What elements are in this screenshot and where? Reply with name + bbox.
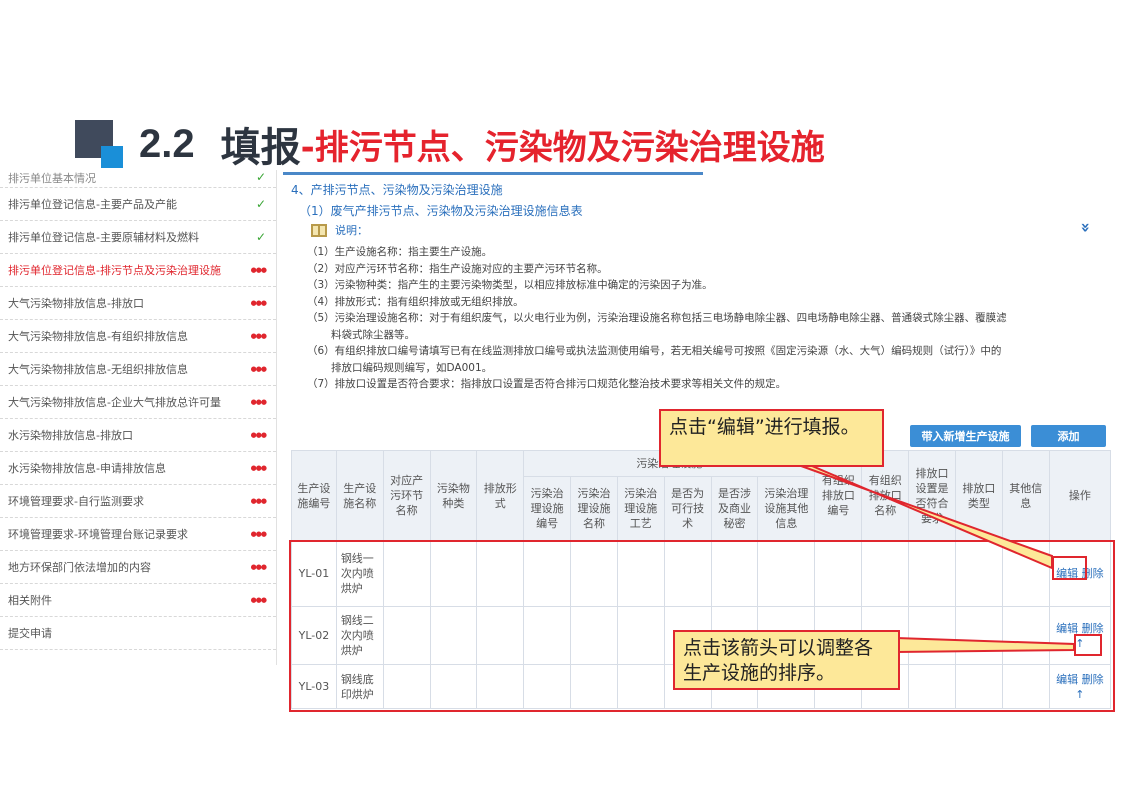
- pending-dots-icon: ●●●: [250, 365, 267, 373]
- sidebar-item-basic-info[interactable]: 排污单位基本情况 ✓: [0, 170, 276, 188]
- col-treat-process: 污染治理设施工艺: [616, 476, 665, 541]
- col-pollutant: 污染物种类: [429, 450, 478, 541]
- sidebar-item-label: 水污染物排放信息-申请排放信息: [8, 462, 166, 475]
- sidebar-item-ledger[interactable]: 环境管理要求-环境管理台账记录要求 ●●●: [0, 518, 276, 551]
- sidebar-item-local-content[interactable]: 地方环保部门依法增加的内容 ●●●: [0, 551, 276, 584]
- sidebar-item-label: 排污单位登记信息-主要原辅材料及燃料: [8, 231, 199, 244]
- sidebar-item-air-organized[interactable]: 大气污染物排放信息-有组织排放信息 ●●●: [0, 320, 276, 353]
- col-emission-form: 排放形式: [476, 450, 525, 541]
- title-square-icon: [75, 120, 125, 168]
- pending-dots-icon: ●●●: [250, 431, 267, 439]
- col-outlet-ok: 排放口设置是否符合要求: [908, 450, 956, 541]
- sidebar-item-products[interactable]: 排污单位登记信息-主要产品及产能 ✓: [0, 188, 276, 221]
- sidebar-item-label: 大气污染物排放信息-无组织排放信息: [8, 363, 188, 376]
- check-icon: ✓: [255, 230, 266, 244]
- sidebar-item-label: 地方环保部门依法增加的内容: [8, 561, 151, 574]
- arrow-highlight-frame: [1074, 634, 1102, 656]
- sidebar-item-air-total[interactable]: 大气污染物排放信息-企业大气排放总许可量 ●●●: [0, 386, 276, 419]
- sidebar-item-materials[interactable]: 排污单位登记信息-主要原辅材料及燃料 ✓: [0, 221, 276, 254]
- slide-title: 2.2 填报 -排污节点、污染物及污染治理设施: [75, 118, 825, 171]
- slide-title-sub: -排污节点、污染物及污染治理设施: [300, 127, 825, 168]
- sidebar-item-water-outlet[interactable]: 水污染物排放信息-排放口 ●●●: [0, 419, 276, 452]
- sidebar-nav: 排污单位基本情况 ✓ 排污单位登记信息-主要产品及产能 ✓ 排污单位登记信息-主…: [0, 170, 277, 665]
- sidebar-item-label: 环境管理要求-自行监测要求: [8, 495, 144, 508]
- pending-dots-icon: ●●●: [250, 266, 267, 274]
- sidebar-item-submit[interactable]: 提交申请: [0, 617, 276, 650]
- col-facility-code: 生产设施编号: [291, 450, 337, 541]
- sidebar-item-label: 水污染物排放信息-排放口: [8, 429, 133, 442]
- col-secret: 是否涉及商业秘密: [710, 476, 759, 541]
- sidebar-item-label: 环境管理要求-环境管理台账记录要求: [8, 528, 188, 541]
- edit-highlight-frame: [1052, 556, 1087, 580]
- sidebar-item-emission-nodes[interactable]: 排污单位登记信息-排污节点及污染治理设施 ●●●: [0, 254, 276, 287]
- note-item: （6）有组织排放口编号请填写已有在线监测排放口编号或执法监测使用编号，若无相关编…: [307, 345, 1002, 357]
- col-treat-name: 污染治理设施名称: [570, 476, 618, 541]
- pending-dots-icon: ●●●: [250, 464, 267, 472]
- note-item: （2）对应产污环节名称：指生产设施对应的主要产污环节名称。: [307, 262, 608, 275]
- slide-title-main: 填报: [220, 125, 301, 171]
- check-icon: ✓: [255, 170, 266, 184]
- add-button[interactable]: 添加: [1031, 425, 1106, 447]
- notes-list: （1）生产设施名称：指主要生产设施。 （2）对应产污环节名称：指生产设施对应的主…: [307, 244, 1103, 393]
- col-treat-code: 污染治理设施编号: [523, 476, 572, 541]
- col-facility-name: 生产设施名称: [335, 450, 384, 541]
- check-icon: ✓: [255, 197, 266, 211]
- sidebar-item-air-outlet[interactable]: 大气污染物排放信息-排放口 ●●●: [0, 287, 276, 320]
- description-header: 说明：: [311, 222, 368, 238]
- sidebar-item-label: 大气污染物排放信息-排放口: [8, 297, 144, 310]
- note-item: （4）排放形式：指有组织排放或无组织排放。: [307, 295, 524, 308]
- note-item: （7）排放口设置是否符合要求：指排放口设置是否符合排污口规范化整治技术要求等相关…: [307, 378, 787, 390]
- col-feasible: 是否为可行技术: [663, 476, 712, 541]
- note-item: 料袋式除尘器等。: [331, 328, 415, 341]
- sidebar-item-air-unorganized[interactable]: 大气污染物排放信息-无组织排放信息 ●●●: [0, 353, 276, 386]
- slide-number: 2.2: [139, 121, 195, 166]
- import-facilities-button[interactable]: 带入新增生产设施: [910, 425, 1021, 447]
- sort-hint-callout: 点击该箭头可以调整各生产设施的排序。: [673, 630, 900, 690]
- note-item: （1）生产设施名称：指主要生产设施。: [307, 246, 493, 258]
- pending-dots-icon: ●●●: [250, 596, 267, 604]
- pending-dots-icon: ●●●: [250, 563, 267, 571]
- edit-hint-callout: 点击“编辑”进行填报。: [659, 409, 884, 467]
- pending-dots-icon: ●●●: [250, 398, 267, 406]
- note-item: （5）污染治理设施名称：对于有组织废气，以火电行业为例，污染治理设施名称包括三电…: [307, 312, 1007, 324]
- sidebar-item-self-monitoring[interactable]: 环境管理要求-自行监测要求 ●●●: [0, 485, 276, 518]
- pending-dots-icon: ●●●: [250, 299, 267, 307]
- col-other: 其他信息: [1001, 450, 1050, 541]
- col-outlet-type: 排放口类型: [954, 450, 1003, 541]
- sidebar-item-label: 排污单位基本情况: [8, 172, 96, 185]
- description-label: 说明：: [335, 224, 368, 237]
- sidebar-item-attachments[interactable]: 相关附件 ●●●: [0, 584, 276, 617]
- pending-dots-icon: ●●●: [250, 530, 267, 538]
- col-other-treat: 污染治理设施其他信息: [757, 476, 816, 541]
- section-divider: [283, 172, 703, 175]
- sidebar-item-label: 排污单位登记信息-主要产品及产能: [8, 198, 177, 211]
- col-ops: 操作: [1048, 450, 1112, 541]
- pending-dots-icon: ●●●: [250, 497, 267, 505]
- book-icon: [311, 223, 327, 237]
- sidebar-item-label: 排污单位登记信息-排污节点及污染治理设施: [8, 264, 221, 277]
- col-process: 对应产污环节名称: [382, 450, 431, 541]
- note-item: 排放口编码规则编写，如DA001。: [331, 361, 493, 374]
- sidebar-item-label: 提交申请: [8, 627, 52, 640]
- note-item: （3）污染物种类：指产生的主要污染物类型，以相应排放标准中确定的污染因子为准。: [307, 279, 713, 291]
- sidebar-item-water-apply[interactable]: 水污染物排放信息-申请排放信息 ●●●: [0, 452, 276, 485]
- pending-dots-icon: ●●●: [250, 332, 267, 340]
- section-title: 4、产排污节点、污染物及污染治理设施: [291, 183, 503, 197]
- subsection-title: （1）废气产排污节点、污染物及污染治理设施信息表: [299, 204, 583, 218]
- sidebar-item-label: 大气污染物排放信息-有组织排放信息: [8, 330, 188, 343]
- sidebar-item-label: 相关附件: [8, 594, 52, 607]
- collapse-chevron-icon[interactable]: »: [1076, 222, 1095, 232]
- sidebar-item-label: 大气污染物排放信息-企业大气排放总许可量: [8, 396, 221, 409]
